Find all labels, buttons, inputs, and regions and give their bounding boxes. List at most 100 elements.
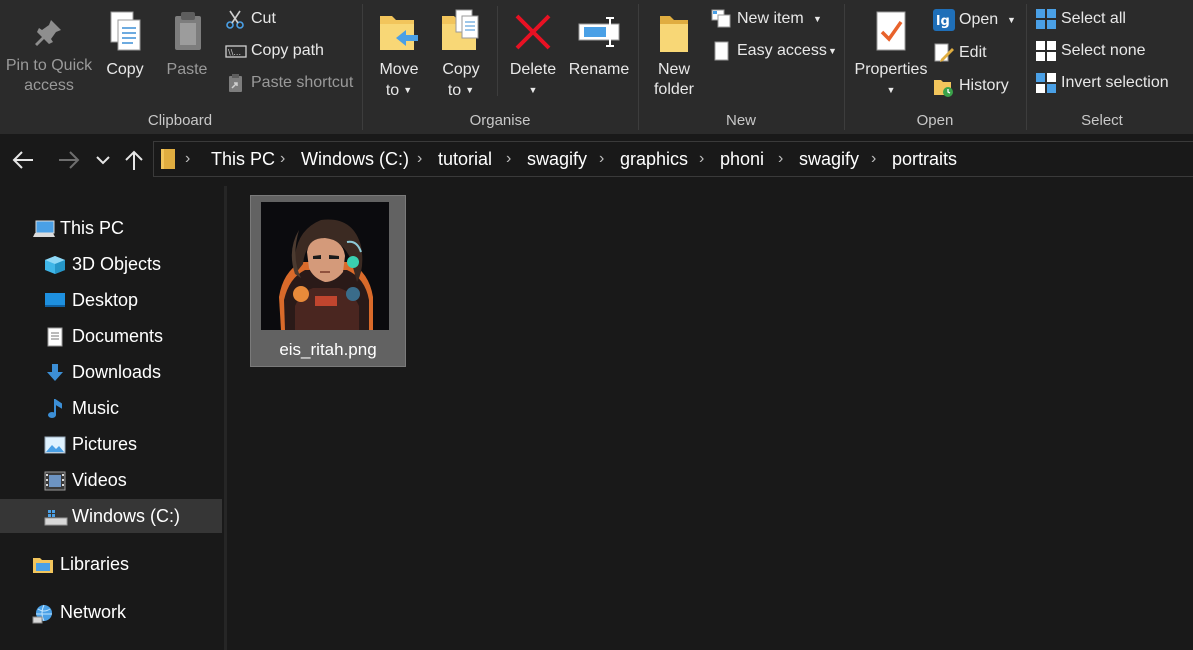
open-label: Open: [959, 11, 999, 28]
sidebar-item-pictures[interactable]: Pictures: [0, 427, 223, 461]
properties-caret-icon: ▼: [886, 85, 896, 95]
copy-path-icon: \\...: [225, 45, 247, 58]
arrow-up-icon: [125, 150, 143, 170]
delete-caret-icon: ▼: [528, 85, 538, 95]
organise-group: Move to ▼ Copy to ▼ Delete ▼ Rename Orga…: [363, 0, 637, 134]
sidebar-item-label: Network: [60, 602, 127, 622]
new-item-label: New item: [737, 10, 804, 27]
breadcrumb-separator-icon: ›: [280, 150, 286, 167]
pin-label-line1: Pin to Quick: [5, 57, 93, 74]
sidebar-item-downloads[interactable]: Downloads: [0, 355, 223, 389]
sidebar-item-documents[interactable]: Documents: [0, 319, 223, 353]
organise-group-label: Organise: [469, 112, 531, 129]
new-folder-label-line1: New: [657, 61, 690, 78]
folder-icon: [161, 149, 175, 169]
breadcrumb-this-pc[interactable]: This PC: [211, 142, 275, 176]
new-folder-label-line2: folder: [653, 81, 695, 98]
drive-icon: [44, 510, 68, 526]
sidebar-item-label: Videos: [72, 470, 127, 490]
breadcrumb-portraits[interactable]: portraits: [892, 142, 957, 176]
breadcrumb-phoni[interactable]: phoni: [720, 142, 764, 176]
sidebar-item-this-pc[interactable]: This PC: [0, 211, 223, 245]
new-group-label: New: [725, 112, 756, 129]
sidebar-item-desktop[interactable]: Desktop: [0, 283, 223, 317]
properties-label: Properties: [854, 61, 928, 78]
select-none-icon: [1036, 41, 1056, 61]
sidebar-item-3d-objects[interactable]: 3D Objects: [0, 247, 223, 281]
pin-label-line2: access: [24, 77, 74, 94]
breadcrumb-tutorial[interactable]: tutorial: [438, 142, 492, 176]
breadcrumb-separator-icon: ›: [599, 150, 605, 167]
arrow-left-icon: [12, 151, 33, 169]
video-icon: [44, 471, 66, 491]
sidebar-item-label: Desktop: [72, 290, 139, 310]
properties-button[interactable]: Properties ▼: [849, 4, 933, 101]
new-item-icon: [711, 9, 731, 28]
paste-shortcut-label: Paste shortcut: [251, 74, 354, 91]
new-folder-button[interactable]: New folder: [649, 4, 699, 100]
sidebar-item-label: 3D Objects: [72, 254, 162, 274]
properties-icon: [876, 11, 906, 51]
forward-button[interactable]: [55, 147, 83, 173]
select-all-label: Select all: [1061, 10, 1126, 27]
breadcrumb-graphics[interactable]: graphics: [620, 142, 688, 176]
sidebar-item-label: Documents: [72, 326, 164, 346]
copy-to-icon: [442, 9, 479, 50]
paste-shortcut-icon: [229, 74, 242, 92]
edit-icon: [934, 43, 954, 62]
image-thumbnail: [261, 202, 389, 330]
navigation-bar: › This PC › Windows (C:) › tutorial › sw…: [0, 134, 1193, 186]
select-all-icon: [1036, 9, 1056, 29]
copy-to-button[interactable]: Copy to ▼: [433, 4, 489, 101]
sidebar-item-music[interactable]: Music: [0, 391, 223, 425]
move-to-button[interactable]: Move to ▼: [371, 4, 427, 101]
svg-text:\\...: \\...: [228, 48, 241, 57]
breadcrumb-separator-icon: ›: [185, 150, 191, 167]
computer-icon: [33, 220, 55, 237]
file-item[interactable]: eis_ritah.png: [250, 195, 406, 367]
breadcrumb-separator-icon: ›: [871, 150, 877, 167]
delete-label: Delete: [509, 61, 557, 78]
library-icon: [33, 558, 53, 573]
sidebar-item-videos[interactable]: Videos: [0, 463, 223, 497]
back-button[interactable]: [9, 147, 37, 173]
move-to-label-line1: Move: [379, 61, 419, 78]
easy-access-caret-icon: ▼: [828, 46, 837, 56]
breadcrumb-swagify[interactable]: swagify: [527, 142, 587, 176]
sidebar-item-libraries[interactable]: Libraries: [0, 547, 223, 581]
up-button[interactable]: [120, 147, 148, 173]
rename-button[interactable]: Rename: [566, 4, 632, 80]
select-group: Select all Select none Invert selection …: [1027, 0, 1177, 134]
copy-path-label: Copy path: [251, 42, 324, 59]
arrow-right-icon: [59, 151, 80, 169]
copy-button[interactable]: Copy: [100, 4, 150, 80]
breadcrumb-windows-c[interactable]: Windows (C:): [301, 142, 409, 176]
breadcrumb-separator-icon: ›: [417, 150, 423, 167]
ribbon: Pin to Quick access Copy Paste Cut \\...…: [0, 0, 1193, 134]
move-to-label-line2: to: [385, 82, 400, 99]
move-to-icon: [380, 16, 418, 50]
sidebar-item-network[interactable]: Network: [0, 595, 223, 629]
breadcrumb-swagify-2[interactable]: swagify: [799, 142, 859, 176]
paste-button[interactable]: Paste: [160, 4, 214, 80]
breadcrumb-separator-icon: ›: [506, 150, 512, 167]
new-group: New folder New item ▼ Easy access ▼ New: [639, 0, 843, 134]
new-item-caret-icon: ▼: [813, 14, 822, 24]
delete-button[interactable]: Delete ▼: [505, 4, 561, 101]
organise-separator: [497, 6, 498, 96]
file-name: eis_ritah.png: [279, 340, 377, 359]
chevron-down-icon: [96, 156, 110, 165]
address-bar[interactable]: › This PC › Windows (C:) › tutorial › sw…: [153, 141, 1193, 177]
copy-to-label-line1: Copy: [442, 61, 480, 78]
file-list: eis_ritah.png: [227, 186, 1193, 650]
easy-access-label: Easy access: [737, 42, 827, 59]
history-icon: [934, 80, 953, 97]
recent-locations-button[interactable]: [89, 147, 117, 173]
pin-to-quick-access-button[interactable]: Pin to Quick access: [2, 4, 96, 96]
invert-selection-label: Invert selection: [1061, 74, 1169, 91]
network-icon: [32, 604, 52, 624]
cut-label: Cut: [251, 10, 276, 27]
sidebar-item-windows-c[interactable]: Windows (C:): [0, 499, 222, 533]
edit-label: Edit: [959, 44, 987, 61]
desktop-icon: [45, 293, 65, 307]
